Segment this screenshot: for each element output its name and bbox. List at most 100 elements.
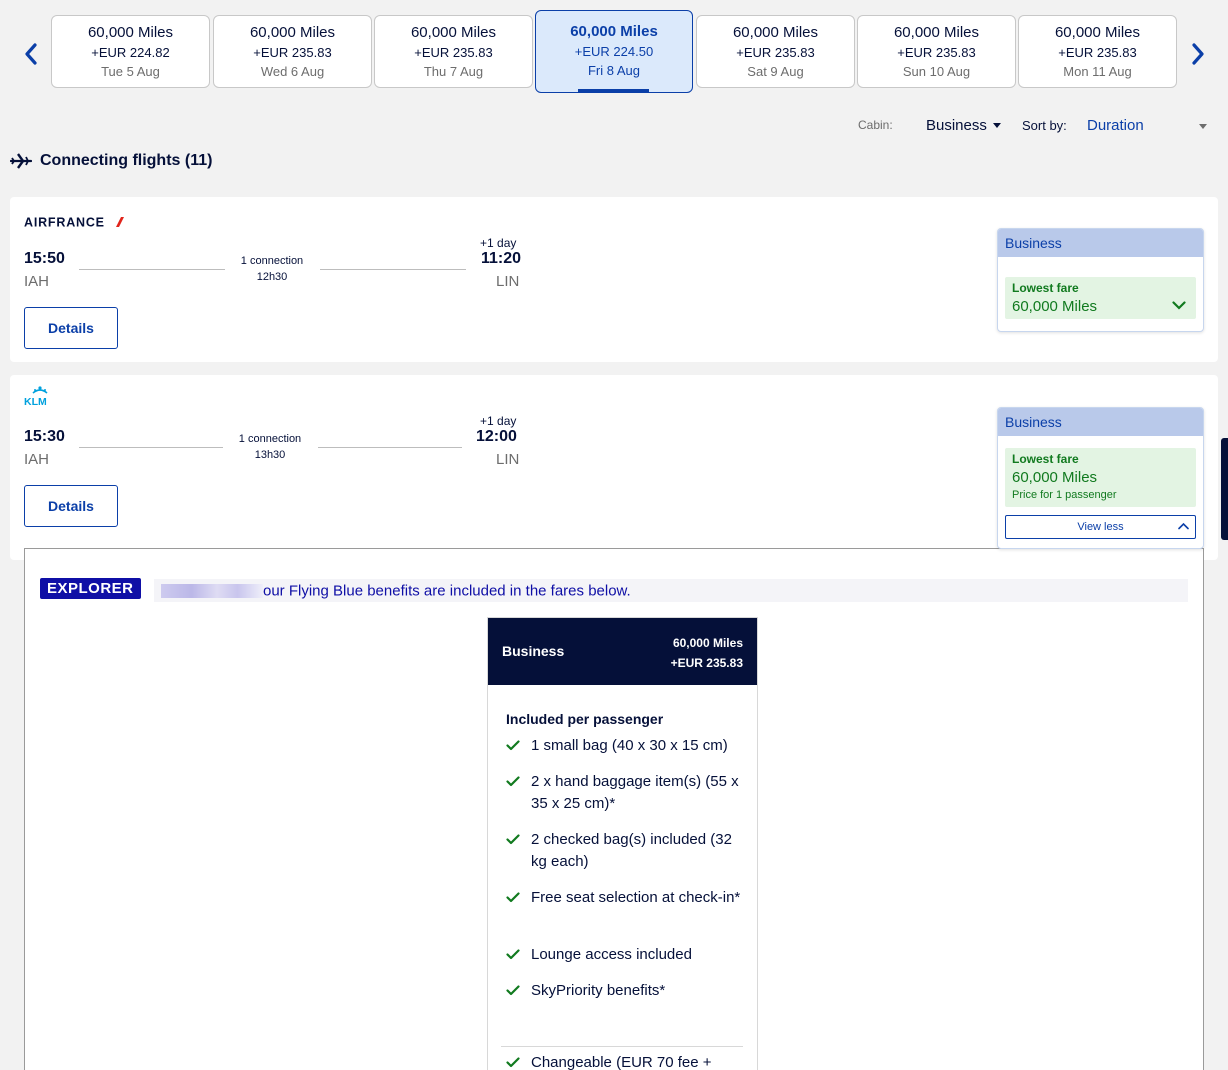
fare-eur: +EUR 235.83 (670, 656, 743, 670)
date-miles: 60,000 Miles (1054, 24, 1141, 41)
chevron-left-icon (25, 43, 37, 65)
date-miles: 60,000 Miles (87, 24, 174, 41)
check-icon (506, 985, 520, 996)
airline-name: KLM (24, 396, 47, 407)
included-item: Free seat selection at check-in* (506, 887, 746, 909)
view-less-button[interactable]: View less (1005, 515, 1196, 539)
flight-duration: 13h30 (254, 449, 286, 461)
date-card[interactable]: 60,000 Miles +EUR 235.83 Wed 6 Aug (213, 15, 372, 88)
klm-logo: KLM (24, 385, 58, 412)
fare-cabin: Business (998, 408, 1203, 436)
fare-miles: 60,000 Miles (672, 636, 743, 650)
departure-airport: IAH (24, 273, 50, 290)
flight-card: AIRFRANCE 15:50 IAH 1 connection 12h30 +… (10, 197, 1218, 362)
sort-select[interactable]: Duration (1087, 117, 1209, 134)
date-card[interactable]: 60,000 Miles +EUR 235.83 Sat 9 Aug (696, 15, 855, 88)
departure-time: 15:30 (24, 428, 65, 445)
date-eur: +EUR 224.50 (574, 44, 654, 59)
date-eur: +EUR 235.83 (414, 45, 493, 60)
date-card[interactable]: 60,000 Miles +EUR 224.82 Tue 5 Aug (51, 15, 210, 88)
arrival-time: 11:20 (481, 250, 522, 267)
included-item: 2 checked bag(s) included (32 kg each) (506, 829, 746, 873)
date-card[interactable]: 60,000 Miles +EUR 235.83 Mon 11 Aug (1018, 15, 1177, 88)
included-item: 1 small bag (40 x 30 x 15 cm) (506, 735, 746, 757)
connection-info: 1 connection 12h30 (222, 253, 322, 285)
fare-cabin: Business (998, 229, 1203, 257)
prev-dates-button[interactable] (16, 36, 46, 72)
fare-name: Business (502, 643, 565, 659)
date-eur: +EUR 235.83 (736, 45, 815, 60)
date-day: Sun 10 Aug (902, 64, 971, 79)
airline-name: AIRFRANCE (24, 216, 105, 230)
divider (501, 1046, 743, 1047)
cabin-select[interactable]: Business (926, 117, 1001, 134)
lowest-fare-label: Lowest fare (1012, 281, 1079, 295)
date-card-selected[interactable]: 60,000 Miles +EUR 224.50 Fri 8 Aug (535, 10, 693, 93)
date-eur: +EUR 235.83 (897, 45, 976, 60)
plus-day-label: +1 day (480, 236, 517, 250)
plus-day-label: +1 day (480, 414, 517, 428)
date-eur: +EUR 224.82 (91, 45, 170, 60)
sort-value: Duration (1087, 117, 1144, 134)
explorer-badge: EXPLORER (40, 578, 141, 599)
included-item-text: 1 small bag (40 x 30 x 15 cm) (531, 737, 728, 754)
route-line (79, 447, 223, 448)
date-day: Wed 6 Aug (260, 64, 325, 79)
date-miles: 60,000 Miles (732, 24, 819, 41)
arrival-airport: LIN (496, 273, 520, 290)
date-eur: +EUR 235.83 (1058, 45, 1137, 60)
section-title: Connecting flights (11) (10, 152, 212, 170)
included-item-text: Changeable (EUR 70 fee + (531, 1054, 712, 1070)
caret-down-icon (992, 123, 1001, 128)
connection-count: 1 connection (240, 255, 304, 267)
chevron-up-icon (1178, 522, 1189, 530)
date-card[interactable]: 60,000 Miles +EUR 235.83 Thu 7 Aug (374, 15, 533, 88)
included-item-text: Free seat selection at check-in* (531, 889, 741, 906)
fare-column-business[interactable]: Business 60,000 Miles +EUR 235.83 Includ… (487, 617, 758, 1070)
details-button[interactable]: Details (24, 485, 118, 527)
flight-duration: 12h30 (256, 271, 288, 283)
lowest-fare-label: Lowest fare (1012, 452, 1079, 466)
route-line (318, 447, 462, 448)
next-dates-button[interactable] (1183, 36, 1213, 72)
arrival-time: 12:00 (476, 428, 517, 445)
date-miles: 60,000 Miles (249, 24, 336, 41)
date-day: Mon 11 Aug (1063, 64, 1132, 79)
cabin-label: Cabin: (858, 118, 893, 132)
date-day: Thu 7 Aug (423, 64, 484, 79)
arrival-airport: LIN (496, 451, 520, 468)
benefit-text: our Flying Blue benefits are included in… (263, 582, 631, 600)
connecting-flight-icon (10, 153, 32, 169)
view-less-label: View less (1077, 521, 1124, 533)
date-miles: 60,000 Miles (570, 23, 658, 40)
route-line (320, 269, 466, 270)
selected-underline (578, 89, 649, 92)
included-item-text: SkyPriority benefits* (531, 982, 666, 999)
check-icon (506, 1057, 520, 1068)
date-day: Sat 9 Aug (747, 64, 804, 79)
fare-box: Business Lowest fare 60,000 Miles (997, 228, 1204, 332)
departure-time: 15:50 (24, 250, 65, 267)
feedback-side-tab[interactable] (1221, 438, 1228, 540)
chevron-down-icon (1172, 301, 1186, 310)
check-icon (506, 949, 520, 960)
date-miles: 60,000 Miles (893, 24, 980, 41)
check-icon (506, 740, 520, 751)
check-icon (506, 834, 520, 845)
check-icon (506, 776, 520, 787)
lowest-fare-button[interactable]: Lowest fare 60,000 Miles Price for 1 pas… (1005, 448, 1196, 507)
date-miles: 60,000 Miles (410, 24, 497, 41)
fare-details-panel: EXPLORER our Flying Blue benefits are in… (24, 548, 1204, 1070)
chevron-right-icon (1192, 43, 1204, 65)
lowest-fare-button[interactable]: Lowest fare 60,000 Miles (1005, 277, 1196, 319)
date-day: Fri 8 Aug (587, 63, 641, 78)
lowest-fare-value: 60,000 Miles (1012, 298, 1098, 315)
fare-column-header: Business 60,000 Miles +EUR 235.83 (488, 618, 757, 685)
check-icon (506, 892, 520, 903)
details-button[interactable]: Details (24, 307, 118, 349)
included-item: Changeable (EUR 70 fee + (506, 1052, 746, 1070)
connection-info: 1 connection 13h30 (220, 431, 320, 463)
date-card[interactable]: 60,000 Miles +EUR 235.83 Sun 10 Aug (857, 15, 1016, 88)
sort-label: Sort by: (1022, 118, 1067, 133)
lowest-fare-value: 60,000 Miles (1012, 469, 1098, 486)
